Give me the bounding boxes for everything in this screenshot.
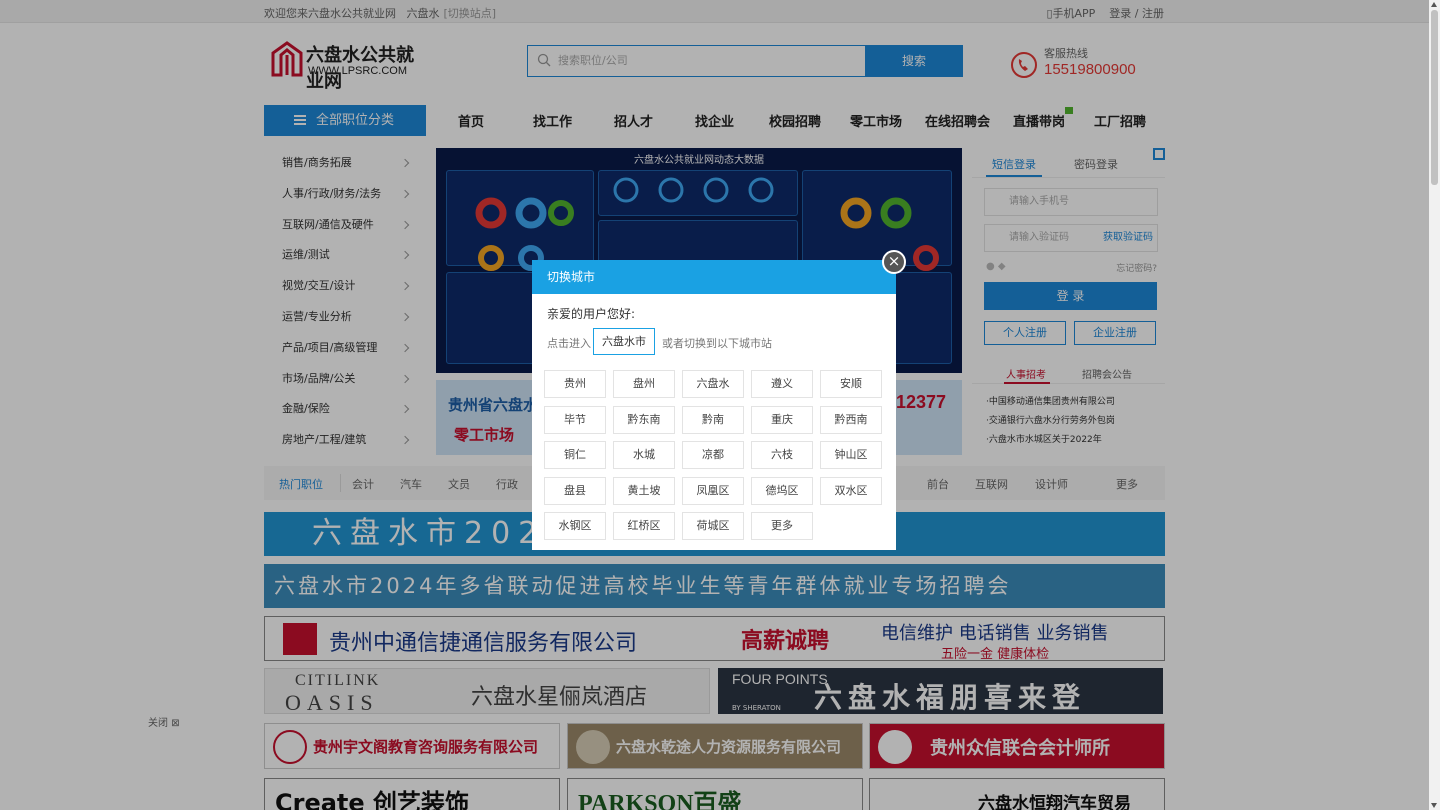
switch-city-modal: 切换城市 × 亲爱的用户您好: 点击进入 六盘水市 或者切换到以下城市站 贵州盘… xyxy=(532,250,906,550)
city-option[interactable]: 水钢区 xyxy=(544,512,606,540)
city-option[interactable]: 凉都 xyxy=(682,441,744,469)
scroll-down-icon[interactable] xyxy=(1431,803,1437,808)
current-city-button[interactable]: 六盘水市 xyxy=(593,328,655,355)
enter-label: 点击进入 xyxy=(547,337,591,350)
modal-greeting: 亲爱的用户您好: xyxy=(547,307,636,321)
city-option[interactable]: 毕节 xyxy=(544,405,606,434)
close-icon[interactable]: × xyxy=(882,250,906,274)
city-option[interactable]: 贵州 xyxy=(544,370,606,398)
city-option[interactable]: 铜仁 xyxy=(544,441,606,469)
switch-hint: 或者切换到以下城市站 xyxy=(662,337,772,350)
city-option[interactable]: 重庆 xyxy=(751,405,813,434)
city-option[interactable]: 德坞区 xyxy=(751,476,813,505)
city-option[interactable]: 六盘水 xyxy=(682,370,744,398)
city-option[interactable]: 盘县 xyxy=(544,476,606,505)
city-option[interactable]: 水城 xyxy=(613,441,675,469)
city-option[interactable]: 荷城区 xyxy=(682,512,744,540)
city-option[interactable]: 钟山区 xyxy=(820,441,882,469)
city-option[interactable]: 遵义 xyxy=(751,370,813,398)
city-option[interactable]: 凤凰区 xyxy=(682,476,744,505)
city-option[interactable]: 黄土坡 xyxy=(613,476,675,505)
city-option[interactable]: 黔西南 xyxy=(820,405,882,434)
city-option[interactable]: 安顺 xyxy=(820,370,882,398)
scrollbar-thumb[interactable] xyxy=(1431,10,1438,185)
city-option[interactable]: 六枝 xyxy=(751,441,813,469)
city-option[interactable]: 黔东南 xyxy=(613,405,675,434)
more-cities-button[interactable]: 更多 xyxy=(751,512,813,540)
scrollbar[interactable] xyxy=(1429,0,1440,810)
city-option[interactable]: 红桥区 xyxy=(613,512,675,540)
city-option[interactable]: 黔南 xyxy=(682,405,744,434)
scroll-up-icon[interactable] xyxy=(1431,2,1437,7)
city-option[interactable]: 双水区 xyxy=(820,476,882,505)
city-option[interactable]: 盘州 xyxy=(613,370,675,398)
modal-title: 切换城市 xyxy=(532,260,896,294)
